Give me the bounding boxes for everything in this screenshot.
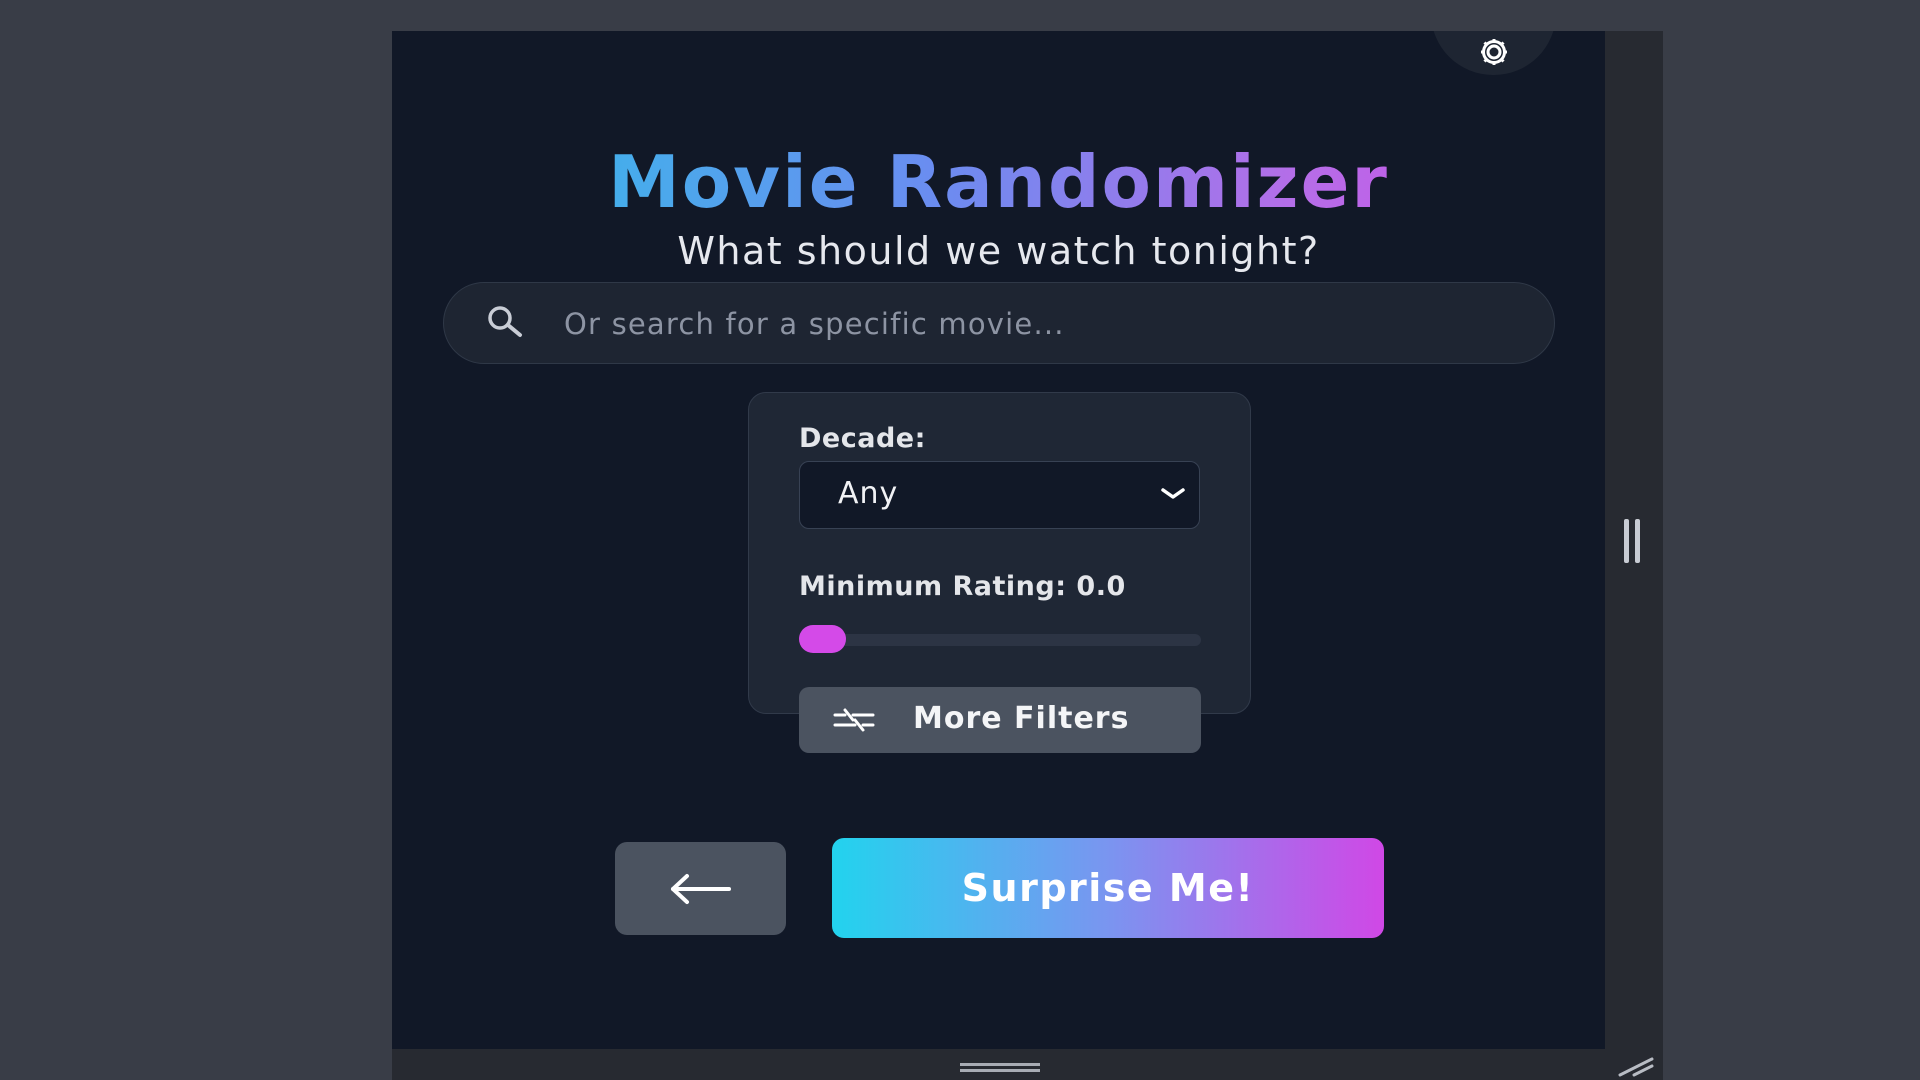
app-window-frame: Movie Randomizer What should we watch to… xyxy=(392,31,1663,1080)
app-title: Movie Randomizer xyxy=(392,139,1605,225)
slider-thumb[interactable] xyxy=(799,625,846,653)
search-icon xyxy=(488,306,522,337)
filter-sliders-icon xyxy=(833,708,875,732)
settings-button[interactable] xyxy=(1431,31,1556,75)
minimum-rating-label: Minimum Rating: 0.0 xyxy=(799,571,1126,602)
resize-grip-icon[interactable] xyxy=(1614,1055,1656,1077)
gear-icon xyxy=(1480,39,1507,65)
filters-panel: Decade: Any Minimum Rating: 0.0 More Fil… xyxy=(748,392,1251,753)
minimum-rating-slider[interactable] xyxy=(799,625,1201,653)
more-filters-label: More Filters xyxy=(913,701,1130,736)
decade-select[interactable]: Any xyxy=(799,461,1200,529)
chevron-down-icon xyxy=(1161,488,1185,499)
back-button[interactable] xyxy=(615,842,786,935)
search-input[interactable] xyxy=(562,299,1526,349)
search-bar[interactable] xyxy=(443,282,1555,364)
surprise-me-label: Surprise Me! xyxy=(961,866,1255,910)
vertical-resize-handle[interactable] xyxy=(1622,519,1646,563)
more-filters-button[interactable]: More Filters xyxy=(799,687,1201,753)
app-subtitle: What should we watch tonight? xyxy=(677,229,1320,273)
app-container: Movie Randomizer What should we watch to… xyxy=(392,31,1605,1049)
decade-label: Decade: xyxy=(799,423,926,454)
slider-track xyxy=(799,634,1201,646)
horizontal-resize-handle[interactable] xyxy=(960,1061,1040,1073)
arrow-left-icon xyxy=(671,874,731,904)
surprise-me-button[interactable]: Surprise Me! xyxy=(832,838,1384,938)
decade-select-value: Any xyxy=(838,476,899,511)
